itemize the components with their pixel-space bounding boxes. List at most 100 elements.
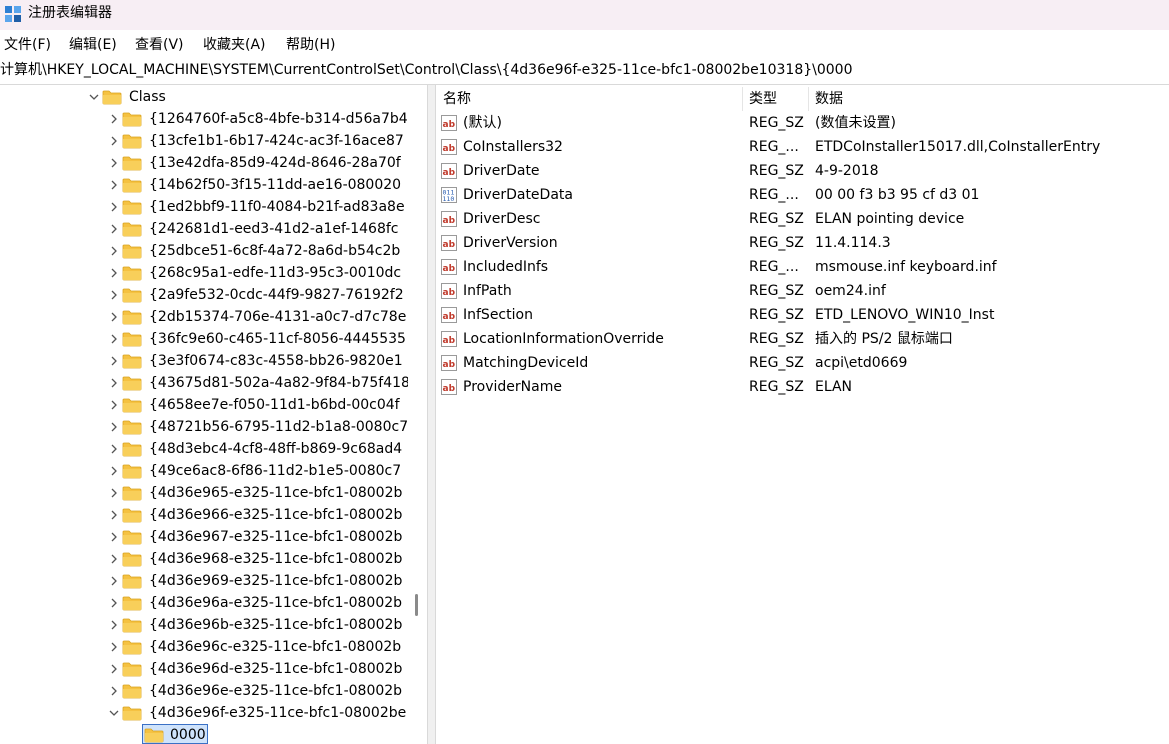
- column-divider[interactable]: [808, 87, 809, 111]
- tree-item[interactable]: {4d36e96f-e325-11ce-bfc1-08002be: [0, 702, 410, 724]
- tree-item-label: 0000: [170, 727, 206, 743]
- tree-item[interactable]: {2a9fe532-0cdc-44f9-9827-76192f2: [0, 284, 410, 306]
- chevron-right-icon[interactable]: [108, 416, 120, 438]
- chevron-right-icon[interactable]: [108, 240, 120, 262]
- table-row[interactable]: ab DriverDate REG_SZ 4-9-2018: [437, 159, 1169, 183]
- column-divider[interactable]: [742, 87, 743, 111]
- tree-item-label: {4d36e96c-e325-11ce-bfc1-08002b: [149, 639, 402, 655]
- chevron-right-icon[interactable]: [108, 570, 120, 592]
- chevron-right-icon[interactable]: [108, 482, 120, 504]
- tree-item[interactable]: {14b62f50-3f15-11dd-ae16-080020: [0, 174, 410, 196]
- tree-item[interactable]: {4d36e96e-e325-11ce-bfc1-08002b: [0, 680, 410, 702]
- tree-item[interactable]: {1ed2bbf9-11f0-4084-b21f-ad83a8e: [0, 196, 410, 218]
- tree-item[interactable]: {43675d81-502a-4a82-9f84-b75f418: [0, 372, 410, 394]
- tree-item[interactable]: {48d3ebc4-4cf8-48ff-b869-9c68ad4: [0, 438, 410, 460]
- string-value-icon: ab: [441, 307, 457, 323]
- tree-scrollbar[interactable]: [408, 85, 426, 744]
- string-value-icon: ab: [441, 211, 457, 227]
- menu-edit[interactable]: 编辑(E): [69, 34, 117, 56]
- chevron-right-icon[interactable]: [108, 460, 120, 482]
- chevron-right-icon[interactable]: [108, 504, 120, 526]
- menu-favorites[interactable]: 收藏夹(A): [203, 34, 266, 56]
- chevron-right-icon[interactable]: [108, 130, 120, 152]
- table-row[interactable]: ab IncludedInfs REG_... msmouse.inf keyboar…: [437, 255, 1169, 279]
- string-value-icon: ab: [441, 355, 457, 371]
- tree-item[interactable]: {3e3f0674-c83c-4558-bb26-9820e1: [0, 350, 410, 372]
- chevron-down-icon[interactable]: [108, 702, 120, 724]
- chevron-right-icon[interactable]: [108, 372, 120, 394]
- chevron-right-icon[interactable]: [108, 394, 120, 416]
- tree-item[interactable]: {1264760f-a5c8-4bfe-b314-d56a7b4: [0, 108, 410, 130]
- chevron-right-icon[interactable]: [108, 658, 120, 680]
- tree-item[interactable]: {268c95a1-edfe-11d3-95c3-0010dc: [0, 262, 410, 284]
- column-header-data[interactable]: 数据: [815, 87, 843, 111]
- svg-text:ab: ab: [443, 120, 456, 130]
- tree-item[interactable]: {4d36e96b-e325-11ce-bfc1-08002b: [0, 614, 410, 636]
- column-header-type[interactable]: 类型: [749, 87, 777, 111]
- address-bar[interactable]: 计算机\HKEY_LOCAL_MACHINE\SYSTEM\CurrentCon…: [0, 58, 1169, 82]
- tree-item[interactable]: {4d36e96d-e325-11ce-bfc1-08002b: [0, 658, 410, 680]
- tree-item[interactable]: {4d36e968-e325-11ce-bfc1-08002b: [0, 548, 410, 570]
- tree-item-label: {4d36e96a-e325-11ce-bfc1-08002b: [149, 595, 403, 611]
- value-name: ProviderName: [463, 379, 562, 395]
- table-row[interactable]: 011 110 DriverDateData REG_... 00 00 f3 b3 9…: [437, 183, 1169, 207]
- tree-item[interactable]: {4658ee7e-f050-11d1-b6bd-00c04f: [0, 394, 410, 416]
- value-data: 00 00 f3 b3 95 cf d3 01: [815, 187, 980, 203]
- chevron-right-icon[interactable]: [108, 350, 120, 372]
- chevron-right-icon[interactable]: [108, 262, 120, 284]
- tree-item[interactable]: {13cfe1b1-6b17-424c-ac3f-16ace87: [0, 130, 410, 152]
- chevron-right-icon[interactable]: [108, 218, 120, 240]
- menu-file[interactable]: 文件(F): [4, 34, 51, 56]
- chevron-right-icon[interactable]: [108, 438, 120, 460]
- table-row[interactable]: ab CoInstallers32 REG_... ETDCoInstaller150…: [437, 135, 1169, 159]
- tree-item[interactable]: {4d36e967-e325-11ce-bfc1-08002b: [0, 526, 410, 548]
- tree-item[interactable]: {4d36e96c-e325-11ce-bfc1-08002b: [0, 636, 410, 658]
- chevron-right-icon[interactable]: [108, 680, 120, 702]
- tree-item[interactable]: {4d36e965-e325-11ce-bfc1-08002b: [0, 482, 410, 504]
- tree-item-class[interactable]: Class: [0, 86, 410, 108]
- chevron-right-icon[interactable]: [108, 614, 120, 636]
- value-type: REG_SZ: [749, 163, 804, 179]
- table-row[interactable]: ab InfPath REG_SZ oem24.inf: [437, 279, 1169, 303]
- tree-item[interactable]: {2db15374-706e-4131-a0c7-d7c78e: [0, 306, 410, 328]
- chevron-right-icon[interactable]: [108, 548, 120, 570]
- chevron-right-icon[interactable]: [108, 152, 120, 174]
- tree-item[interactable]: {242681d1-eed3-41d2-a1ef-1468fc: [0, 218, 410, 240]
- tree-item[interactable]: {4d36e969-e325-11ce-bfc1-08002b: [0, 570, 410, 592]
- chevron-right-icon[interactable]: [108, 592, 120, 614]
- pane-splitter[interactable]: [427, 85, 436, 744]
- table-row[interactable]: ab InfSection REG_SZ ETD_LENOVO_WIN10_Inst: [437, 303, 1169, 327]
- chevron-down-icon[interactable]: [88, 86, 100, 108]
- menu-view[interactable]: 查看(V): [135, 34, 184, 56]
- table-row[interactable]: ab DriverDesc REG_SZ ELAN pointing device: [437, 207, 1169, 231]
- tree-item[interactable]: {48721b56-6795-11d2-b1a8-0080c7: [0, 416, 410, 438]
- table-row[interactable]: ab (默认) REG_SZ (数值未设置): [437, 111, 1169, 135]
- tree-item[interactable]: {4d36e966-e325-11ce-bfc1-08002b: [0, 504, 410, 526]
- tree-item-selected[interactable]: 0000: [0, 724, 410, 744]
- tree-item[interactable]: {49ce6ac8-6f86-11d2-b1e5-0080c7: [0, 460, 410, 482]
- tree-item[interactable]: {4d36e96a-e325-11ce-bfc1-08002b: [0, 592, 410, 614]
- column-header-name[interactable]: 名称: [443, 87, 471, 111]
- table-row[interactable]: ab DriverVersion REG_SZ 11.4.114.3: [437, 231, 1169, 255]
- tree-item[interactable]: {36fc9e60-c465-11cf-8056-4445535: [0, 328, 410, 350]
- tree-item[interactable]: {25dbce51-6c8f-4a72-8a6d-b54c2b: [0, 240, 410, 262]
- chevron-right-icon[interactable]: [108, 284, 120, 306]
- value-type: REG_SZ: [749, 379, 804, 395]
- chevron-right-icon[interactable]: [108, 636, 120, 658]
- table-row[interactable]: ab MatchingDeviceId REG_SZ acpi\etd0669: [437, 351, 1169, 375]
- chevron-right-icon[interactable]: [108, 174, 120, 196]
- chevron-right-icon[interactable]: [108, 196, 120, 218]
- table-row[interactable]: ab LocationInformationOverride REG_SZ 插入的 P…: [437, 327, 1169, 351]
- tree-scrollbar-thumb[interactable]: [415, 594, 418, 616]
- value-name: MatchingDeviceId: [463, 355, 589, 371]
- chevron-right-icon[interactable]: [108, 526, 120, 548]
- table-row[interactable]: ab ProviderName REG_SZ ELAN: [437, 375, 1169, 399]
- value-data: ETD_LENOVO_WIN10_Inst: [815, 307, 995, 323]
- tree-item[interactable]: {13e42dfa-85d9-424d-8646-28a70f: [0, 152, 410, 174]
- tree-item-label: {4d36e96f-e325-11ce-bfc1-08002be: [149, 705, 407, 721]
- menu-help[interactable]: 帮助(H): [286, 34, 335, 56]
- chevron-right-icon[interactable]: [108, 306, 120, 328]
- chevron-right-icon[interactable]: [108, 328, 120, 350]
- tree-item-label: {4d36e967-e325-11ce-bfc1-08002b: [149, 529, 403, 545]
- chevron-right-icon[interactable]: [108, 108, 120, 130]
